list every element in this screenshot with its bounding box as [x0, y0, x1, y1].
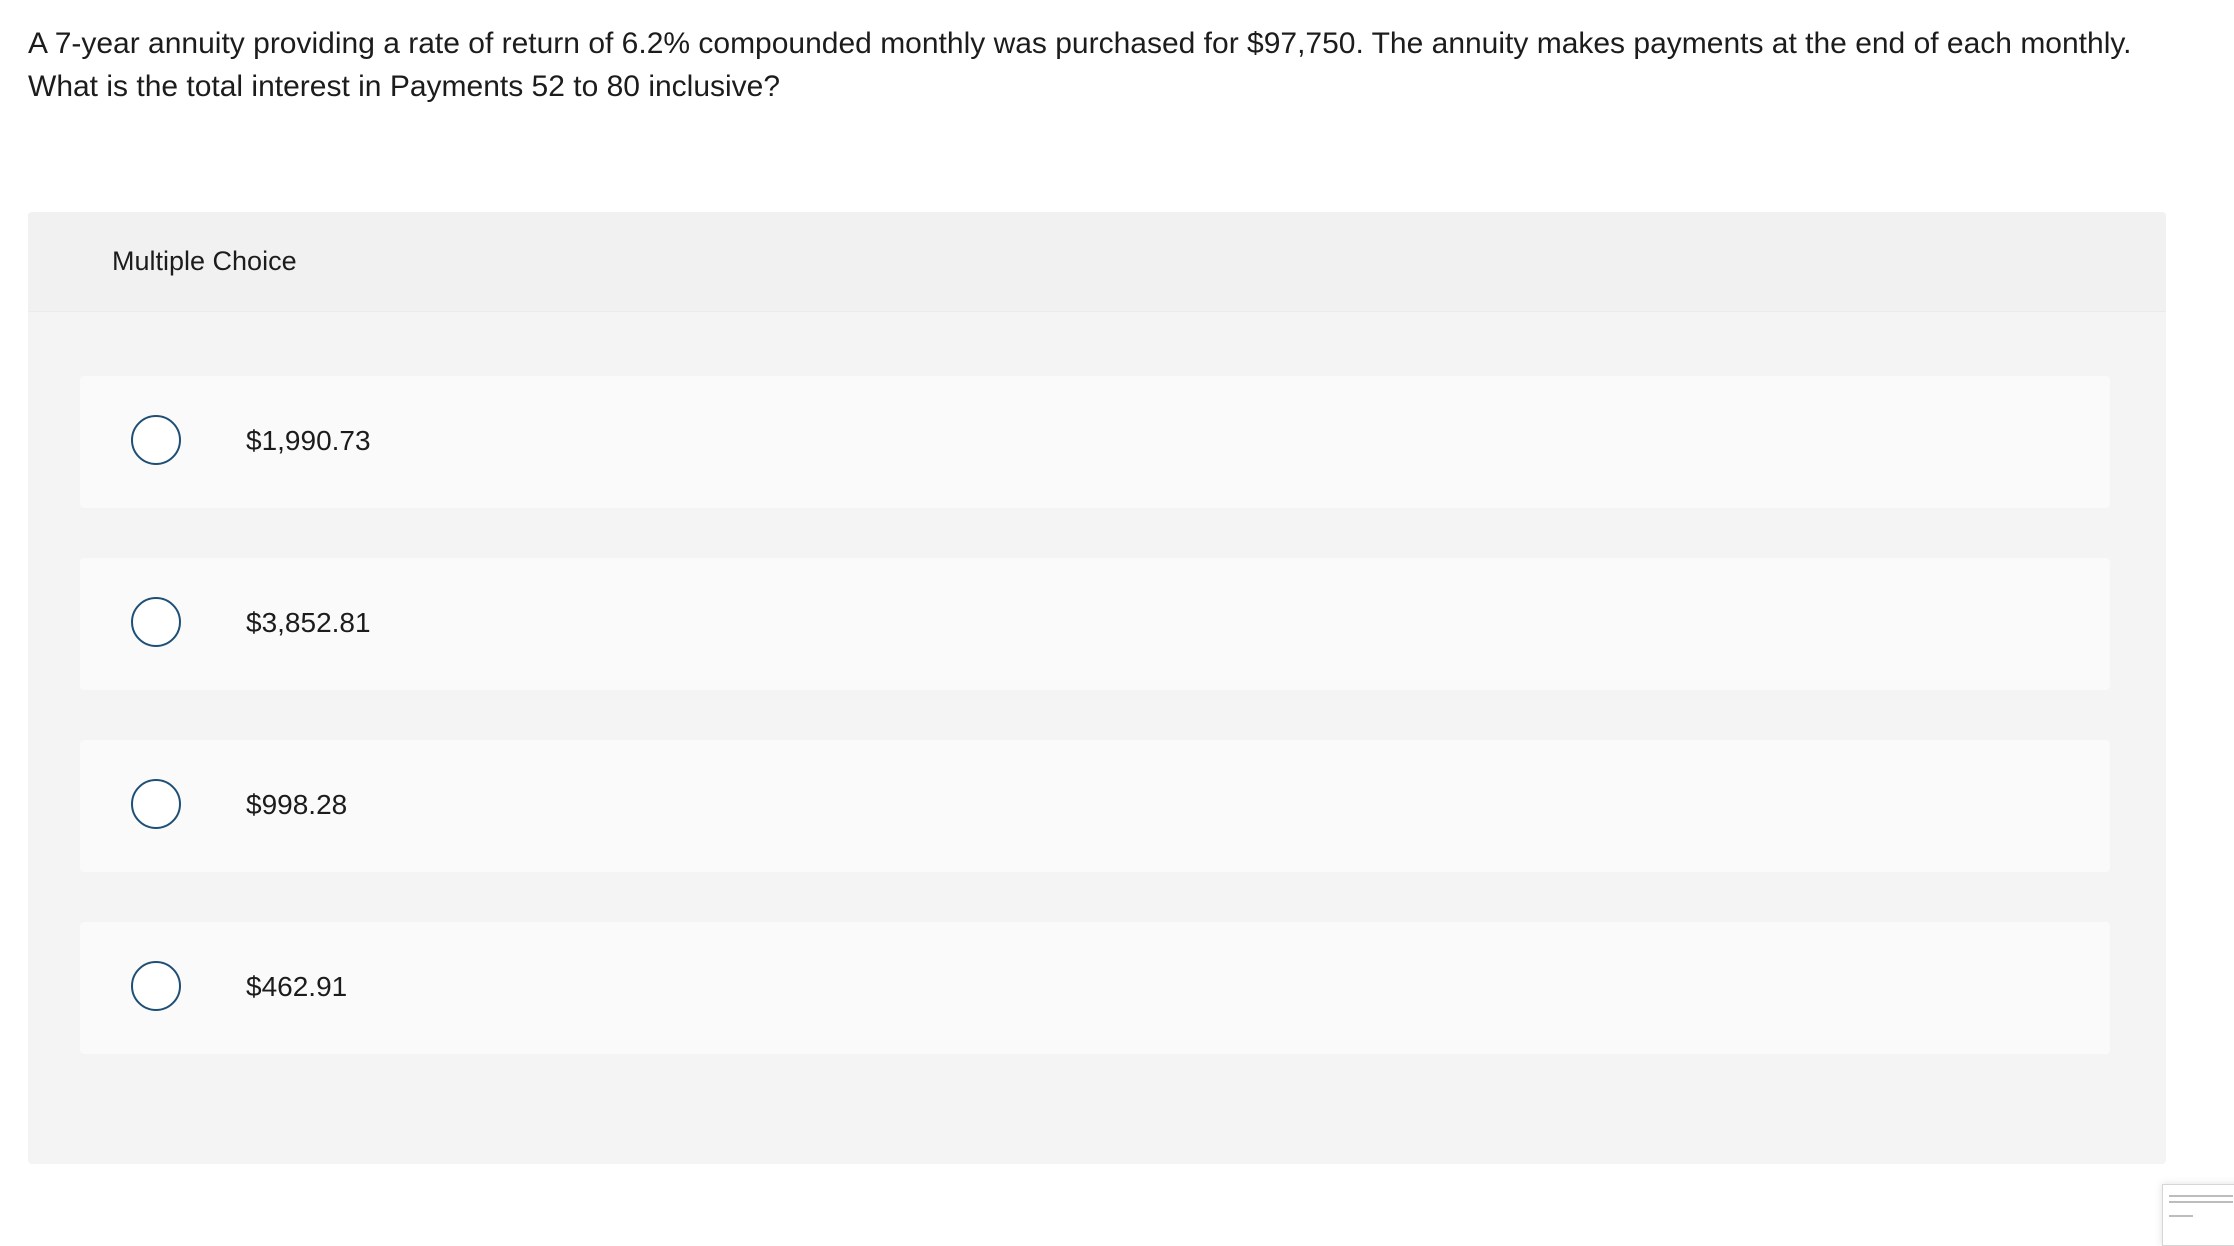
- multiple-choice-header: Multiple Choice: [28, 212, 2166, 312]
- multiple-choice-title: Multiple Choice: [112, 246, 297, 276]
- radio-button[interactable]: [131, 779, 181, 829]
- radio-button[interactable]: [131, 961, 181, 1011]
- radio-button[interactable]: [131, 597, 181, 647]
- answer-option-label: $1,990.73: [246, 425, 371, 456]
- answer-option-label: $462.91: [246, 971, 348, 1002]
- answer-option-label: $3,852.81: [246, 607, 371, 638]
- multiple-choice-panel: Multiple Choice $1,990.73 $3,852.81 $998…: [28, 212, 2166, 1164]
- question-text: A 7-year annuity providing a rate of ret…: [28, 27, 2132, 103]
- radio-button[interactable]: [131, 415, 181, 465]
- thumbnail-line: [2169, 1201, 2233, 1203]
- thumbnail-line: [2169, 1195, 2233, 1197]
- answer-option-1[interactable]: $1,990.73: [80, 376, 2110, 508]
- answer-option-3[interactable]: $998.28: [80, 740, 2110, 872]
- answer-option-4[interactable]: $462.91: [80, 922, 2110, 1054]
- page-thumbnail[interactable]: [2162, 1184, 2234, 1246]
- answer-option-2[interactable]: $3,852.81: [80, 558, 2110, 690]
- thumbnail-line: [2169, 1215, 2193, 1217]
- answer-option-label: $998.28: [246, 789, 348, 820]
